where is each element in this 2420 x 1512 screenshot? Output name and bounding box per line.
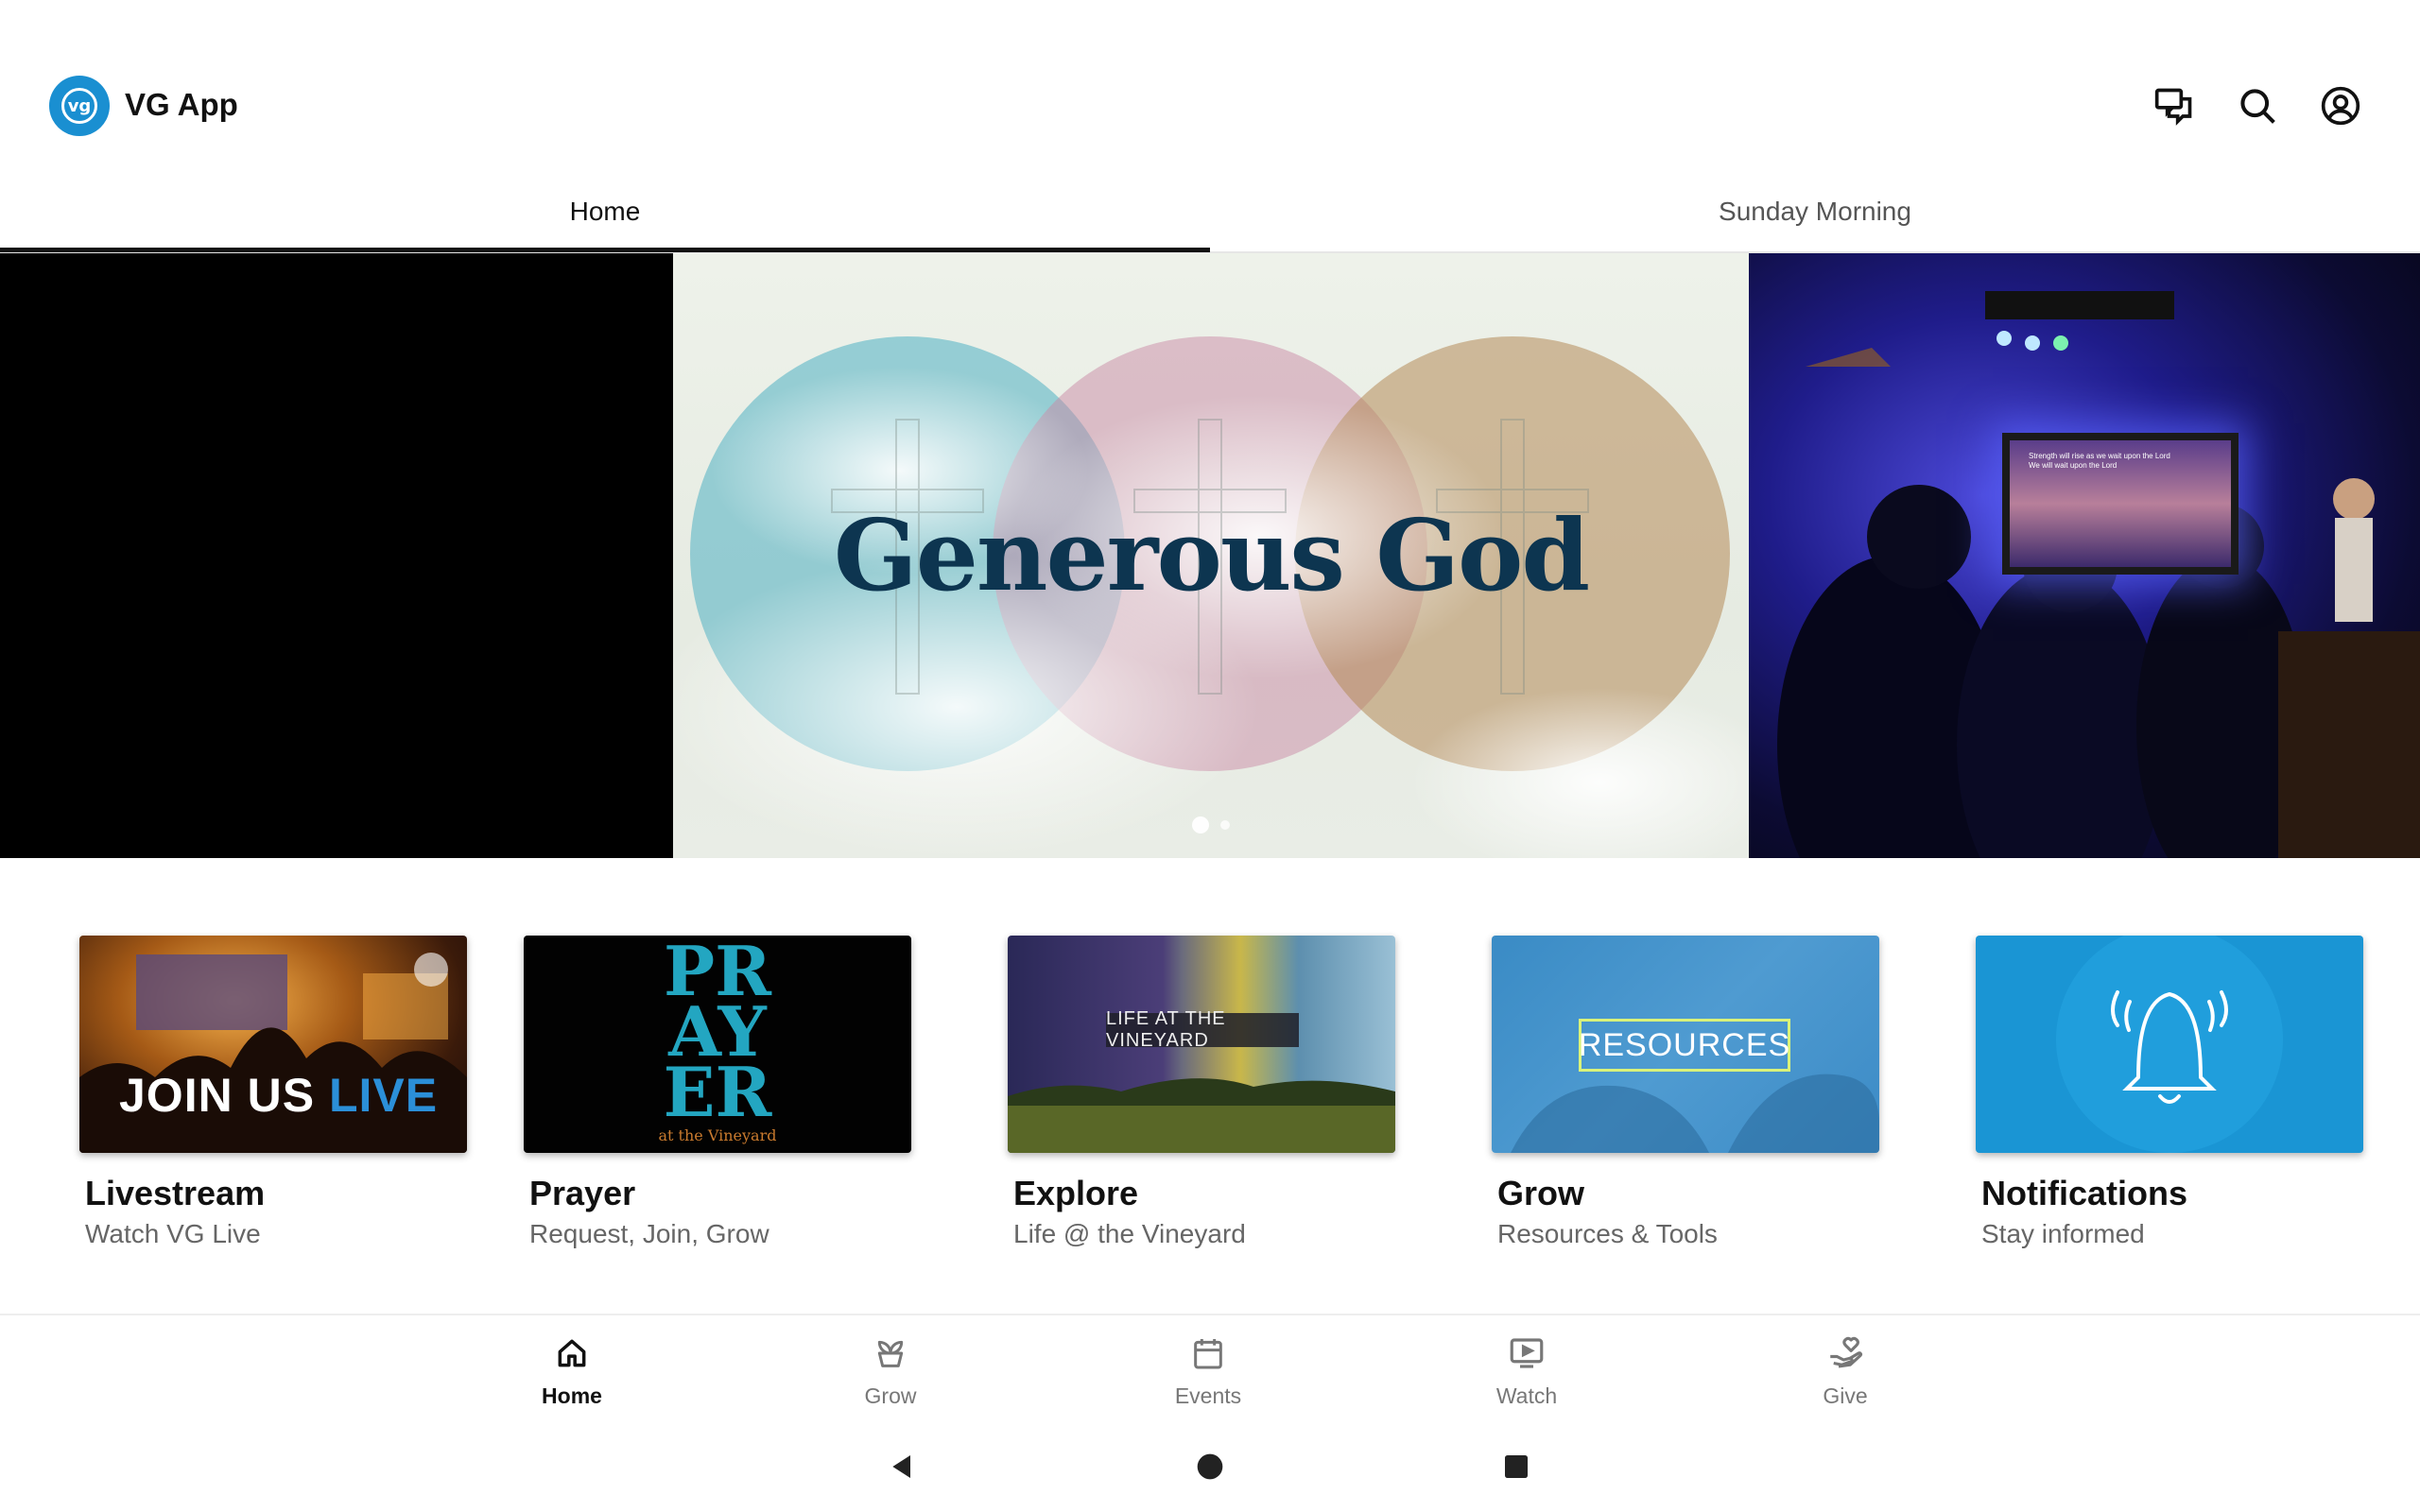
tab-home-label: Home [569, 197, 641, 226]
grow-icon [870, 1332, 911, 1374]
card-prayer[interactable]: PR AY ER at the Vineyard Prayer Request,… [524, 936, 911, 1249]
livestream-image: JOIN US LIVE [79, 936, 467, 1153]
calendar-icon [1187, 1332, 1229, 1374]
tab-sunday-morning[interactable]: Sunday Morning [1210, 170, 2420, 253]
card-notifications-subtitle: Stay informed [1981, 1219, 2145, 1248]
carousel-slide-next[interactable]: Strength will rise as we wait upon the L… [1749, 253, 2420, 858]
recents-icon[interactable] [1497, 1448, 1535, 1486]
app-title: VG App [125, 87, 238, 122]
stage-screen: Strength will rise as we wait upon the L… [2002, 433, 2238, 575]
stage-screen-text: Strength will rise as we wait upon the L… [2029, 452, 2170, 470]
explore-image-text: LIFE AT THE VINEYARD [1106, 1008, 1299, 1051]
card-grow-subtitle: Resources & Tools [1497, 1219, 1718, 1248]
watch-icon [1506, 1332, 1547, 1374]
grow-image-text: RESOURCES [1579, 1019, 1790, 1072]
app-bar: vg VG App [0, 0, 2420, 170]
card-prayer-subtitle: Request, Join, Grow [529, 1219, 769, 1248]
app-logo: vg [49, 76, 110, 136]
card-notifications[interactable]: Notifications Stay informed [1976, 936, 2363, 1249]
card-grow[interactable]: RESOURCES Grow Resources & Tools [1492, 936, 1879, 1249]
app-logo-mark: vg [61, 88, 97, 124]
card-explore-title: Explore [1013, 1174, 1139, 1212]
nav-give-label: Give [1823, 1383, 1868, 1408]
grow-image: RESOURCES [1492, 936, 1879, 1153]
nav-home-label: Home [542, 1383, 602, 1408]
give-icon [1824, 1332, 1866, 1374]
home-circle-icon[interactable] [1191, 1448, 1229, 1486]
prayer-image-subtext: at the Vineyard [658, 1126, 777, 1144]
home-icon [551, 1332, 593, 1374]
carousel-slide-previous[interactable] [0, 253, 673, 858]
prayer-image-text: PR AY ER [663, 936, 772, 1132]
carousel-page-indicator [673, 816, 1749, 833]
nav-watch[interactable]: Watch [1451, 1332, 1602, 1409]
top-tabs: Home Sunday Morning [0, 170, 2420, 253]
search-icon[interactable] [2233, 81, 2282, 130]
bell-icon [2111, 990, 2228, 1104]
nav-grow[interactable]: Grow [815, 1332, 966, 1409]
livestream-image-text: JOIN US LIVE [119, 1069, 439, 1122]
account-icon[interactable] [2316, 81, 2365, 130]
feature-cards: JOIN US LIVE Livestream Watch VG Live PR… [0, 936, 2420, 1276]
tab-sunday-morning-label: Sunday Morning [1719, 197, 1911, 226]
card-livestream[interactable]: JOIN US LIVE Livestream Watch VG Live [79, 936, 467, 1249]
card-notifications-title: Notifications [1981, 1174, 2188, 1212]
explore-image: LIFE AT THE VINEYARD [1008, 936, 1395, 1153]
tab-indicator [0, 248, 1210, 252]
system-navigation [0, 1427, 2420, 1512]
tab-home[interactable]: Home [0, 170, 1210, 253]
back-icon[interactable] [884, 1448, 922, 1486]
card-explore[interactable]: LIFE AT THE VINEYARD Explore Life @ the … [1008, 936, 1395, 1249]
nav-events[interactable]: Events [1132, 1332, 1284, 1409]
nav-give[interactable]: Give [1770, 1332, 1921, 1409]
carousel-dot [1220, 820, 1230, 830]
card-livestream-subtitle: Watch VG Live [85, 1219, 261, 1248]
hero-carousel[interactable]: Generous God Strength will rise as we wa… [0, 253, 2420, 858]
card-prayer-title: Prayer [529, 1174, 636, 1212]
prayer-image: PR AY ER at the Vineyard [524, 936, 911, 1153]
nav-watch-label: Watch [1495, 1383, 1558, 1408]
card-livestream-title: Livestream [85, 1174, 266, 1212]
nav-events-label: Events [1174, 1383, 1242, 1408]
card-explore-subtitle: Life @ the Vineyard [1013, 1219, 1246, 1248]
card-grow-title: Grow [1497, 1174, 1585, 1212]
bottom-navigation: Home Grow Events Watch Give [0, 1314, 2420, 1418]
carousel-dot-active [1192, 816, 1209, 833]
notifications-image [1976, 936, 2363, 1153]
carousel-slide-current[interactable]: Generous God [673, 253, 1749, 858]
slide-title: Generous God [833, 497, 1590, 613]
chat-icon[interactable] [2150, 81, 2199, 130]
nav-home[interactable]: Home [496, 1332, 648, 1409]
nav-grow-label: Grow [864, 1383, 917, 1408]
